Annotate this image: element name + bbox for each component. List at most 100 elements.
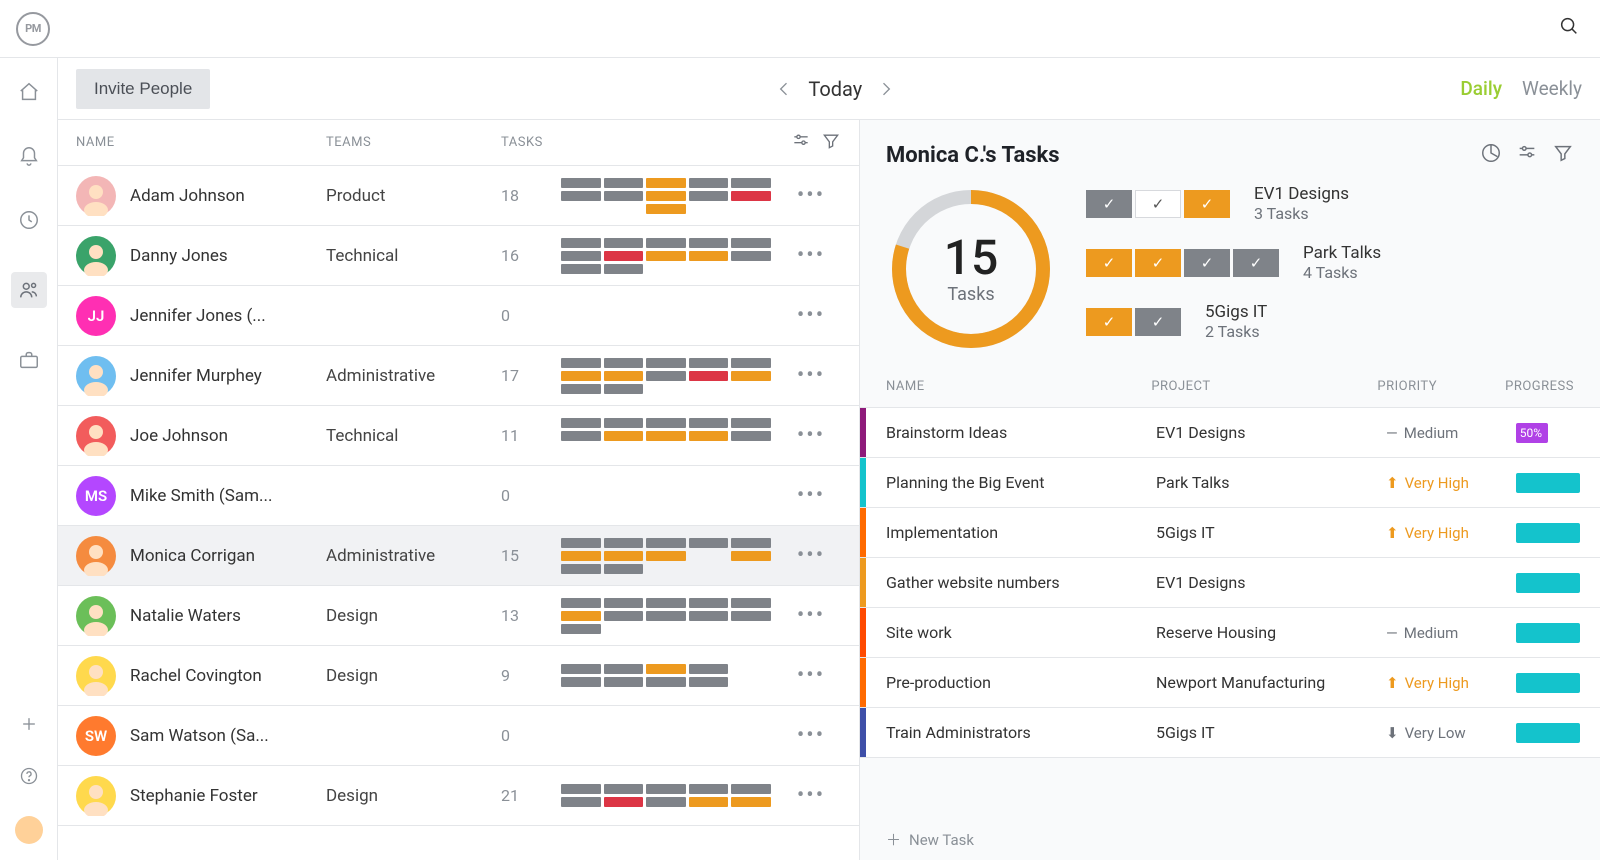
task-bars	[561, 664, 781, 687]
project-count: 2 Tasks	[1205, 322, 1267, 341]
avatar	[76, 236, 116, 276]
task-project: EV1 Designs	[1156, 573, 1386, 592]
new-task-button[interactable]: ＋ New Task	[860, 819, 1600, 860]
task-name: Pre-production	[886, 673, 1156, 692]
project-name: 5Gigs IT	[1205, 302, 1267, 322]
team-row[interactable]: SWSam Watson (Sa...0•••	[58, 706, 859, 766]
filter-icon[interactable]	[821, 131, 841, 155]
team-row[interactable]: MS Mike Smith (Sam... 0 •••	[58, 466, 859, 526]
team-row[interactable]: Adam JohnsonProduct18•••	[58, 166, 859, 226]
avatar	[76, 356, 116, 396]
task-count: 11	[501, 426, 561, 445]
person-team: Administrative	[326, 546, 501, 566]
person-name: Stephanie Foster	[130, 786, 326, 806]
col-tasks: TASKS	[501, 135, 561, 150]
more-icon[interactable]: •••	[781, 543, 841, 568]
task-count: 0	[501, 486, 561, 505]
sliders-icon[interactable]	[1516, 142, 1538, 168]
new-task-label: New Task	[909, 831, 974, 849]
team-row[interactable]: Danny JonesTechnical16•••	[58, 226, 859, 286]
team-table-header: NAME TEAMS TASKS	[58, 120, 859, 166]
task-name: Implementation	[886, 523, 1156, 542]
task-count: 0	[501, 306, 561, 325]
project-summary[interactable]: ✓✓✓✓Park Talks4 Tasks	[1086, 243, 1574, 282]
task-bars	[561, 178, 781, 214]
more-icon[interactable]: •••	[781, 303, 841, 328]
task-progress	[1516, 523, 1580, 543]
view-weekly[interactable]: Weekly	[1522, 77, 1582, 100]
more-icon[interactable]: •••	[781, 723, 841, 748]
task-priority: ⬆Very High	[1386, 524, 1516, 542]
home-icon[interactable]	[17, 80, 41, 104]
team-row[interactable]: JJJennifer Jones (...0•••	[58, 286, 859, 346]
person-team: Design	[326, 606, 501, 626]
priority-stripe	[860, 608, 866, 657]
avatar: SW	[76, 716, 116, 756]
status-chips: ✓✓	[1086, 308, 1181, 336]
task-row[interactable]: Implementation5Gigs IT⬆Very High	[860, 508, 1600, 558]
filter-icon[interactable]	[1552, 142, 1574, 168]
task-project: Park Talks	[1156, 473, 1386, 492]
view-daily[interactable]: Daily	[1460, 77, 1502, 100]
task-project: 5Gigs IT	[1156, 723, 1386, 742]
team-row[interactable]: Rachel CovingtonDesign9 •••	[58, 646, 859, 706]
pie-icon[interactable]	[1480, 142, 1502, 168]
task-name: Planning the Big Event	[886, 473, 1156, 492]
task-row[interactable]: Pre-productionNewport Manufacturing⬆Very…	[860, 658, 1600, 708]
status-chips: ✓✓✓	[1086, 190, 1230, 218]
date-next-icon[interactable]	[876, 79, 896, 99]
avatar: MS	[76, 476, 116, 516]
priority-stripe	[860, 508, 866, 557]
person-name: Mike Smith (Sam...	[130, 486, 326, 506]
app-logo[interactable]: PM	[16, 12, 50, 46]
more-icon[interactable]: •••	[781, 483, 841, 508]
task-priority: ⬆Very High	[1386, 474, 1516, 492]
person-name: Rachel Covington	[130, 666, 326, 686]
task-bars	[561, 538, 781, 574]
team-row[interactable]: Monica CorriganAdministrative15 •••	[58, 526, 859, 586]
person-team: Design	[326, 666, 501, 686]
task-name: Brainstorm Ideas	[886, 423, 1156, 442]
task-count: 15	[501, 546, 561, 565]
team-row[interactable]: Stephanie FosterDesign21•••	[58, 766, 859, 826]
person-name: Jennifer Murphey	[130, 366, 326, 386]
team-row[interactable]: Natalie WatersDesign13•••	[58, 586, 859, 646]
task-count: 13	[501, 606, 561, 625]
more-icon[interactable]: •••	[781, 783, 841, 808]
people-icon[interactable]	[11, 272, 47, 308]
task-name: Train Administrators	[886, 723, 1156, 742]
person-name: Monica Corrigan	[130, 546, 326, 566]
more-icon[interactable]: •••	[781, 243, 841, 268]
project-summary[interactable]: ✓✓ 5Gigs IT2 Tasks	[1086, 302, 1574, 341]
task-row[interactable]: Brainstorm IdeasEV1 Designs—Medium50%	[860, 408, 1600, 458]
task-count: 17	[501, 366, 561, 385]
more-icon[interactable]: •••	[781, 603, 841, 628]
settings-icon[interactable]	[791, 131, 811, 155]
person-team: Design	[326, 786, 501, 806]
task-row[interactable]: Gather website numbersEV1 Designs	[860, 558, 1600, 608]
team-row[interactable]: Jennifer MurpheyAdministrative17•••	[58, 346, 859, 406]
task-row[interactable]: Site workReserve Housing—Medium	[860, 608, 1600, 658]
task-row[interactable]: Planning the Big EventPark Talks⬆Very Hi…	[860, 458, 1600, 508]
invite-button[interactable]: Invite People	[76, 69, 210, 109]
task-count: 9	[501, 666, 561, 685]
help-icon[interactable]	[17, 764, 41, 788]
current-user-avatar[interactable]	[15, 816, 43, 844]
task-progress	[1516, 673, 1580, 693]
more-icon[interactable]: •••	[781, 423, 841, 448]
more-icon[interactable]: •••	[781, 363, 841, 388]
plus-icon[interactable]	[17, 712, 41, 736]
task-row[interactable]: Train Administrators5Gigs IT⬇Very Low	[860, 708, 1600, 758]
briefcase-icon[interactable]	[17, 348, 41, 372]
more-icon[interactable]: •••	[781, 183, 841, 208]
col-task-progress: PROGRESS	[1505, 379, 1574, 394]
project-summary[interactable]: ✓✓✓EV1 Designs3 Tasks	[1086, 184, 1574, 223]
date-prev-icon[interactable]	[774, 79, 794, 99]
more-icon[interactable]: •••	[781, 663, 841, 688]
search-icon[interactable]	[1558, 15, 1580, 42]
col-task-name: NAME	[886, 379, 1151, 394]
team-row[interactable]: Joe JohnsonTechnical11•••	[58, 406, 859, 466]
bell-icon[interactable]	[17, 144, 41, 168]
task-table-header: NAME PROJECT PRIORITY PROGRESS	[860, 366, 1600, 408]
clock-icon[interactable]	[17, 208, 41, 232]
